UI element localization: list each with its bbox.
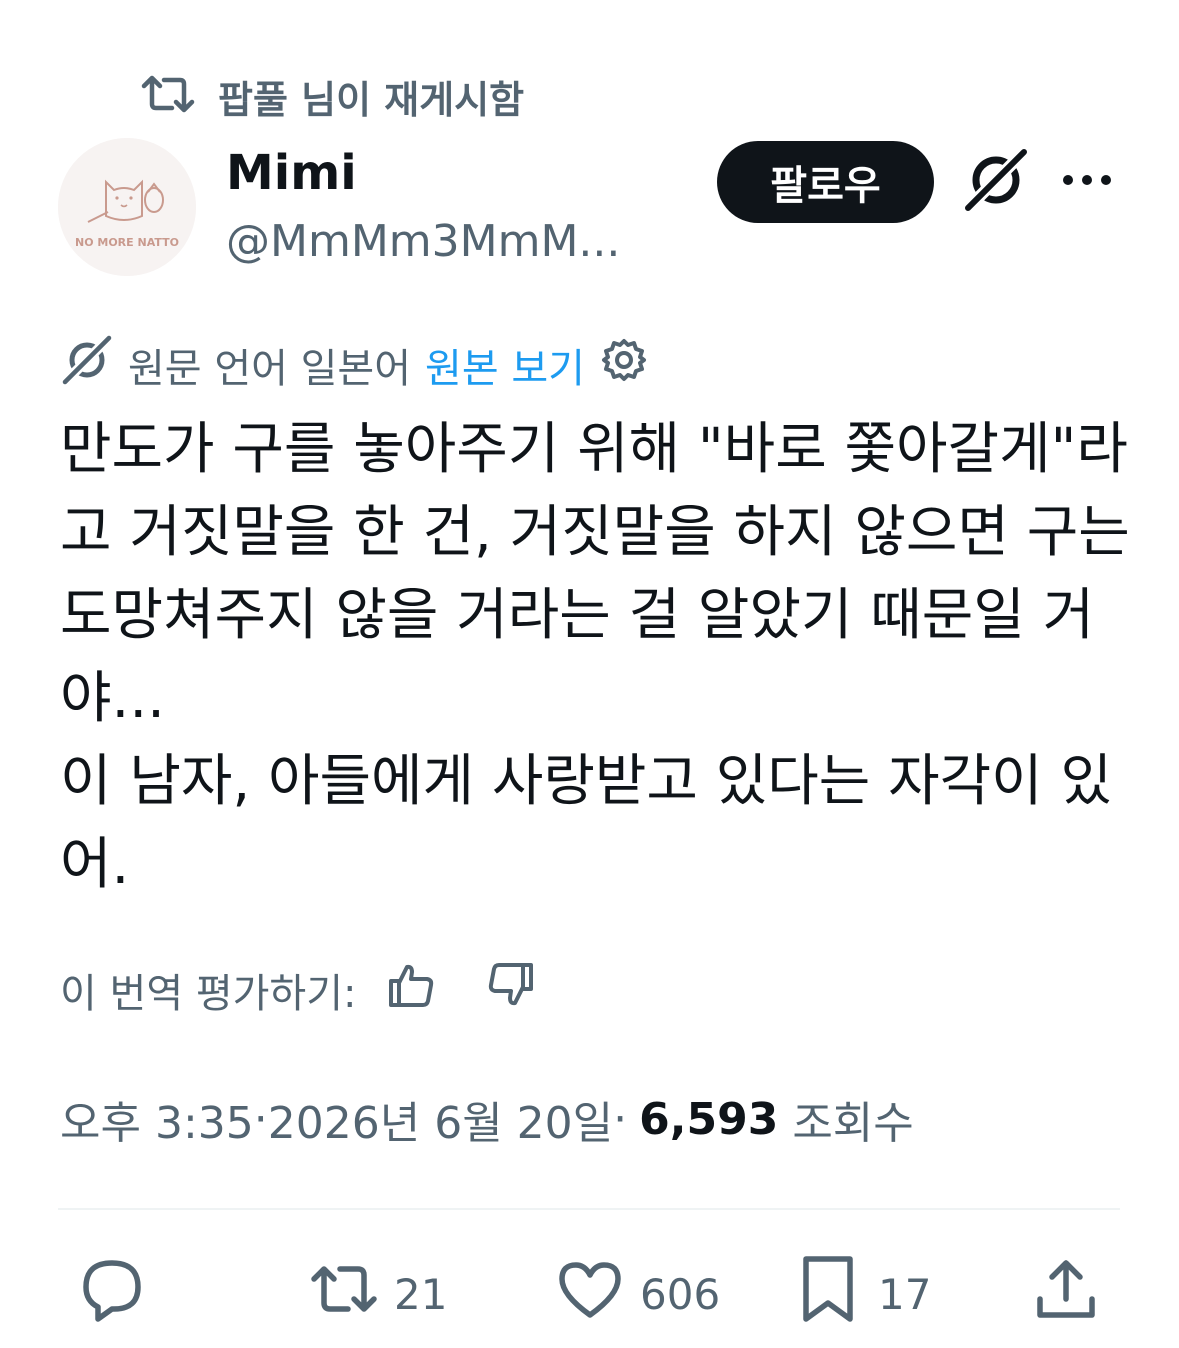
- translate-icon: [60, 333, 114, 397]
- repost-icon: [140, 74, 196, 118]
- share-icon: [1030, 1253, 1102, 1335]
- tweet-meta: 오후 3:35 · 2026년 6월 20일 · 6,593 조회수: [60, 1086, 914, 1152]
- share-button[interactable]: [1030, 1252, 1102, 1336]
- repost-icon: [308, 1253, 380, 1335]
- divider: [58, 1208, 1120, 1210]
- tweet-line: 어.: [60, 832, 130, 897]
- grok-button[interactable]: [962, 146, 1030, 218]
- tweet-line: 고 거짓말을 한 건, 거짓말을 하지 않으면 구는: [60, 500, 1130, 565]
- repost-count: 21: [394, 1269, 448, 1319]
- thumbs-up-button[interactable]: [379, 958, 443, 1022]
- translation-bar: 원문 언어 일본어 원본 보기: [60, 332, 649, 398]
- like-count: 606: [640, 1269, 721, 1319]
- reply-icon: [76, 1253, 148, 1335]
- tweet-date[interactable]: 2026년 6월 20일: [268, 1087, 613, 1151]
- repost-label: 팝풀 님이 재게시함: [218, 77, 525, 122]
- follow-button[interactable]: 팔로우: [717, 141, 934, 223]
- thumbs-down-icon: [485, 959, 537, 1021]
- meta-separator: ·: [253, 1093, 268, 1145]
- action-bar: 21 606 17: [0, 1252, 1179, 1336]
- tweet-text: 만도가 구를 놓아주기 위해 "바로 쫓아갈게"라 고 거짓말을 한 건, 거짓…: [60, 408, 1130, 906]
- heart-icon: [554, 1253, 626, 1335]
- tweet-line: 야...: [60, 666, 165, 731]
- bookmark-icon: [792, 1253, 864, 1335]
- thumbs-down-button[interactable]: [479, 958, 543, 1022]
- avatar-text: NO MORE NATTO: [75, 236, 179, 249]
- reply-button[interactable]: [76, 1252, 148, 1336]
- more-icon: [1058, 170, 1116, 194]
- rate-label: 이 번역 평가하기:: [60, 971, 357, 1017]
- thumbs-up-icon: [385, 959, 437, 1021]
- source-language-text: 원문 언어 일본어: [128, 346, 412, 392]
- gear-icon[interactable]: [599, 335, 649, 395]
- avatar[interactable]: NO MORE NATTO: [58, 138, 196, 276]
- rate-translation: 이 번역 평가하기:: [60, 958, 543, 1022]
- view-count-label: 조회수: [792, 1098, 914, 1149]
- meta-separator: ·: [613, 1093, 628, 1145]
- tweet-line: 만도가 구를 놓아주기 위해 "바로 쫓아갈게"라: [60, 417, 1128, 482]
- tweet-time[interactable]: 오후 3:35: [60, 1087, 254, 1151]
- view-count: 6,593: [639, 1093, 779, 1145]
- view-original-link[interactable]: 원본 보기: [425, 336, 585, 394]
- author-handle[interactable]: @MmMm3MmM...: [226, 213, 620, 271]
- like-button[interactable]: 606: [554, 1252, 720, 1336]
- repost-button[interactable]: 21: [308, 1252, 447, 1336]
- more-button[interactable]: [1058, 160, 1116, 204]
- bookmark-count: 17: [878, 1269, 932, 1319]
- tweet-line: 이 남자, 아들에게 사랑받고 있다는 자각이 있: [60, 749, 1112, 814]
- author-display-name[interactable]: Mimi: [226, 143, 357, 203]
- tweet-line: 도망쳐주지 않을 거라는 걸 알았기 때문일 거: [60, 583, 1095, 648]
- bookmark-button[interactable]: 17: [792, 1252, 931, 1336]
- grok-icon: [962, 146, 1030, 218]
- repost-indicator[interactable]: 팝풀 님이 재게시함: [140, 70, 524, 122]
